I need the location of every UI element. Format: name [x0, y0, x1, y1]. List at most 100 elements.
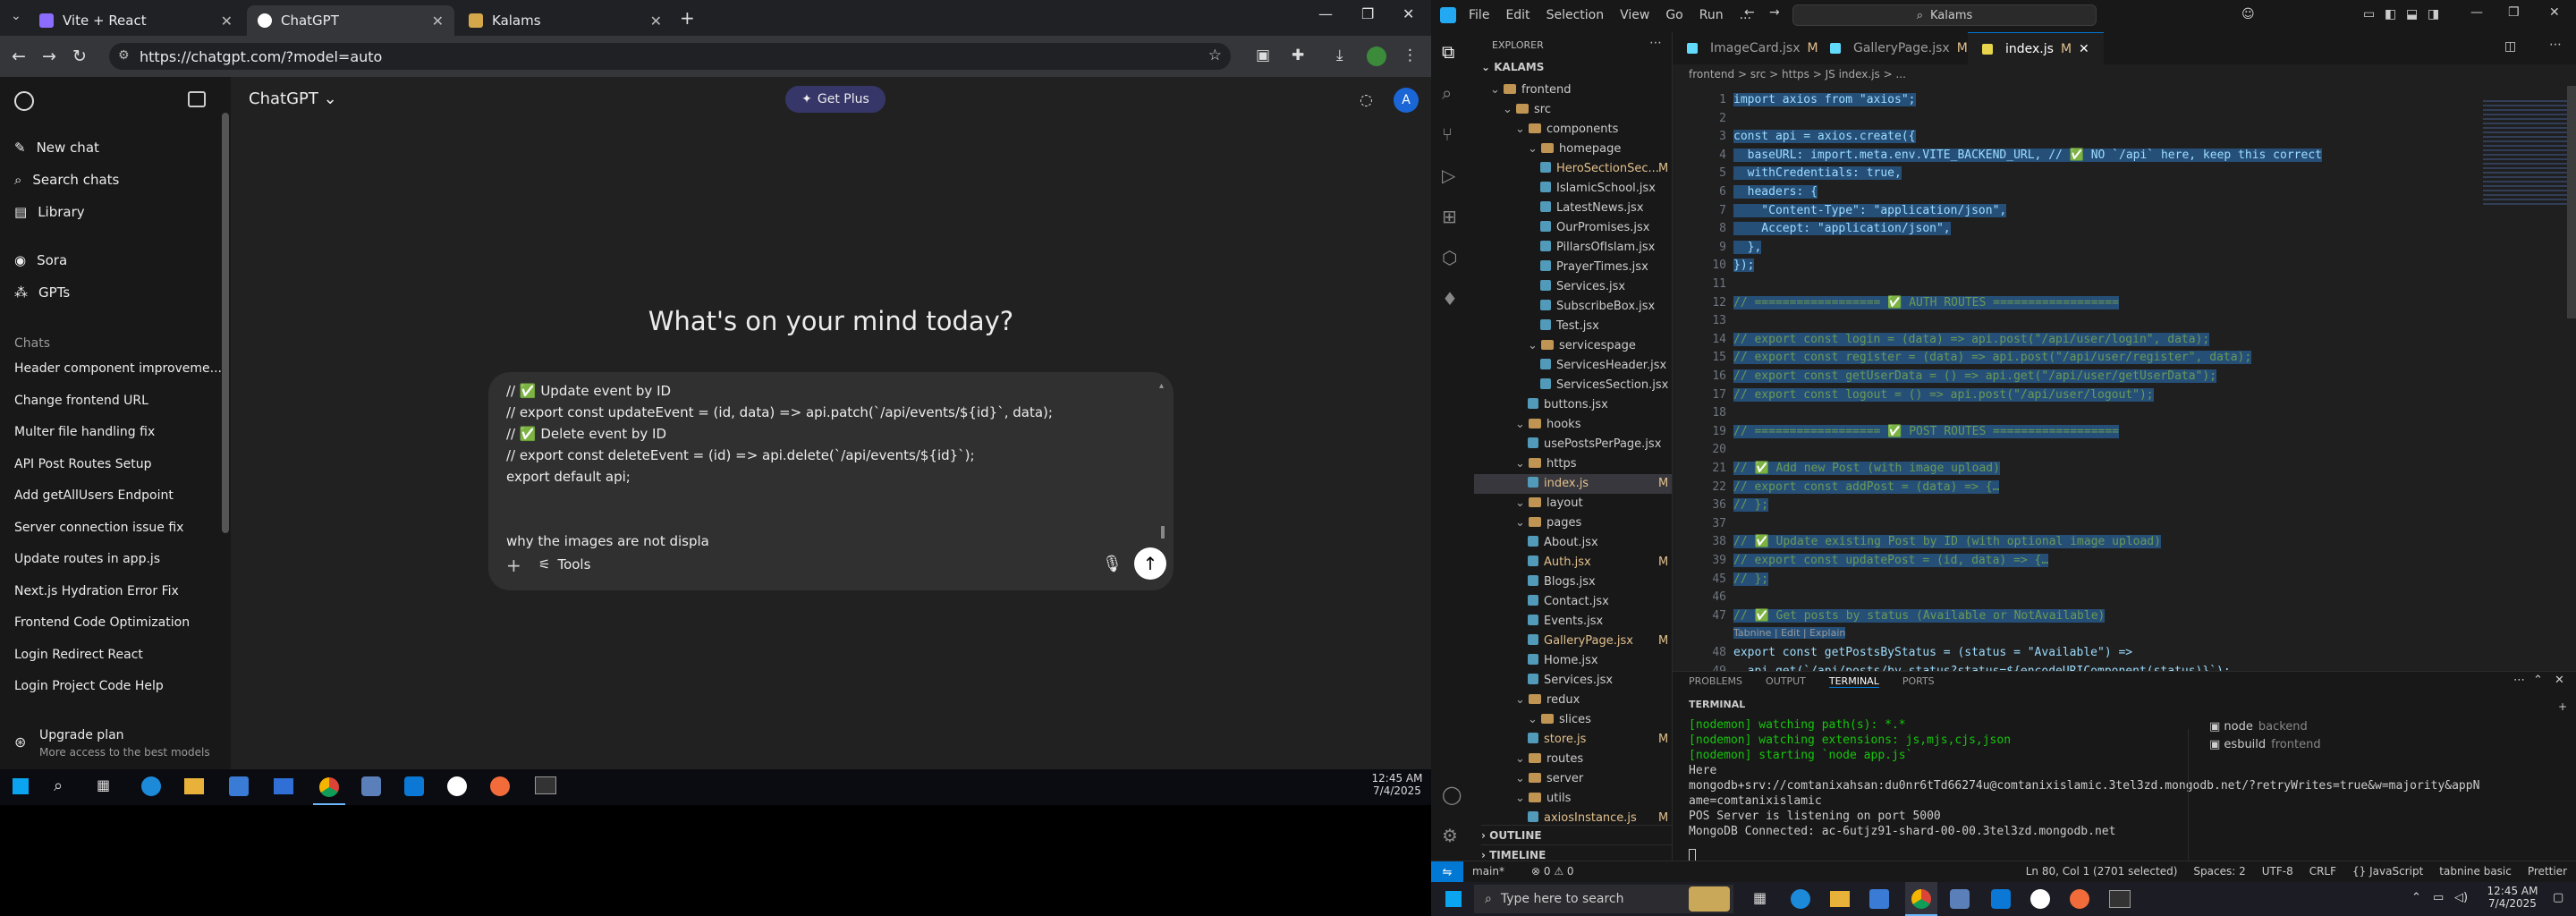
- split-editor-icon[interactable]: ◫: [2504, 39, 2516, 54]
- panel-tab-output[interactable]: OUTPUT: [1766, 675, 1806, 688]
- menu-item[interactable]: Go: [1665, 8, 1682, 22]
- tree-file[interactable]: About.jsx: [1528, 533, 1598, 553]
- tree-folder[interactable]: ⌄ frontend: [1490, 81, 1571, 100]
- site-info-icon[interactable]: ⚙: [118, 48, 130, 63]
- tree-file[interactable]: usePostsPerPage.jsx: [1528, 435, 1661, 454]
- postman-icon[interactable]: [490, 776, 510, 796]
- upgrade-icon[interactable]: ⊛: [14, 734, 26, 751]
- model-selector[interactable]: ChatGPT ⌄: [249, 89, 337, 108]
- account-icon[interactable]: ◯: [1442, 784, 1462, 805]
- openai-logo-icon[interactable]: [14, 91, 34, 111]
- chatgpt-app-icon[interactable]: [2030, 889, 2050, 909]
- close-tab-icon[interactable]: ✕: [650, 13, 662, 30]
- settings-gear-icon[interactable]: ⚙: [1442, 825, 1458, 846]
- clock[interactable]: 12:45 AM 7/4/2025: [2481, 885, 2544, 910]
- chat-history-item[interactable]: Frontend Code Optimization: [14, 615, 190, 630]
- tree-file[interactable]: HeroSectionSec...: [1540, 159, 1659, 179]
- command-center-search[interactable]: ⌕ Kalams: [1792, 4, 2097, 26]
- search-icon[interactable]: ⌕: [1442, 82, 1452, 104]
- taskbar-chrome-active[interactable]: [1905, 882, 1937, 916]
- tree-file[interactable]: store.js: [1528, 730, 1586, 750]
- tree-folder[interactable]: ⌄ slices: [1528, 710, 1591, 730]
- maximize-panel-icon[interactable]: ⌃: [2533, 674, 2543, 687]
- tree-folder[interactable]: ⌄ redux: [1515, 691, 1580, 710]
- search-icon[interactable]: ⌕: [54, 776, 63, 795]
- git-branch[interactable]: main*: [1472, 865, 1504, 878]
- tree-file[interactable]: PrayerTimes.jsx: [1540, 258, 1648, 277]
- volume-icon[interactable]: ◁): [2454, 891, 2468, 904]
- add-attachment-icon[interactable]: +: [506, 555, 521, 576]
- tree-file[interactable]: Events.jsx: [1528, 612, 1603, 632]
- tree-file[interactable]: Blogs.jsx: [1528, 572, 1596, 592]
- mail-icon[interactable]: [274, 778, 293, 794]
- windows-start-icon[interactable]: [1445, 891, 1462, 907]
- status-item[interactable]: tabnine basic: [2439, 865, 2512, 878]
- source-control-icon[interactable]: ⑂: [1442, 123, 1453, 145]
- more-actions-icon[interactable]: ⋯: [2513, 674, 2525, 687]
- editor-tab-imagecard[interactable]: ImageCard.jsx M: [1673, 32, 1833, 64]
- problems-count[interactable]: ⊗ 0 ⚠ 0: [1531, 865, 1574, 878]
- vscode-icon[interactable]: [404, 776, 424, 796]
- close-panel-icon[interactable]: ✕: [2555, 674, 2564, 687]
- close-sidebar-icon[interactable]: [188, 91, 206, 107]
- tray-chevron-icon[interactable]: ⌃: [2411, 891, 2421, 904]
- layout-icon[interactable]: ▭: [2363, 7, 2375, 21]
- status-item[interactable]: Spaces: 2: [2193, 865, 2245, 878]
- more-actions-icon[interactable]: ⋯: [2549, 38, 2562, 52]
- postman-icon[interactable]: [2070, 889, 2089, 909]
- maximize-button[interactable]: ❐: [2508, 5, 2520, 20]
- menu-item[interactable]: Run: [1699, 8, 1724, 22]
- tree-file[interactable]: ServicesSection.jsx: [1540, 376, 1668, 395]
- tree-file[interactable]: Auth.jsx: [1528, 553, 1591, 572]
- bookmark-star-icon[interactable]: ☆: [1208, 47, 1222, 64]
- store-icon[interactable]: [229, 776, 249, 796]
- edge-icon[interactable]: [1791, 889, 1810, 909]
- app-icon[interactable]: [1950, 889, 1970, 909]
- outline-section[interactable]: › OUTLINE: [1481, 825, 1673, 842]
- close-window-button[interactable]: ✕: [2549, 5, 2560, 20]
- tree-folder[interactable]: ⌄ homepage: [1528, 140, 1621, 159]
- tree-file[interactable]: index.js: [1474, 474, 1672, 494]
- tree-folder[interactable]: ⌄ hooks: [1515, 415, 1580, 435]
- task-view-icon[interactable]: ▦: [97, 776, 110, 793]
- menu-item[interactable]: View: [1620, 8, 1649, 22]
- taskbar-chrome-active[interactable]: [313, 769, 345, 805]
- address-bar[interactable]: ⚙ https://chatgpt.com/?model=auto ☆: [109, 43, 1231, 70]
- terminal-instance[interactable]: ▣ esbuild frontend: [2209, 738, 2321, 751]
- extension-icon[interactable]: ▣: [1256, 47, 1270, 64]
- tree-file[interactable]: PillarsOfIslam.jsx: [1540, 238, 1655, 258]
- panel-tab-terminal[interactable]: TERMINAL: [1828, 675, 1879, 688]
- editor-tab-gallerypage[interactable]: GalleryPage.jsx M: [1816, 32, 1982, 64]
- message-composer[interactable]: // ✅ Update event by ID // export const u…: [488, 372, 1174, 590]
- tree-file[interactable]: IslamicSchool.jsx: [1540, 179, 1656, 199]
- chat-history-item[interactable]: Login Project Code Help: [14, 679, 164, 693]
- chat-history-item[interactable]: Server connection issue fix: [14, 521, 183, 535]
- user-avatar[interactable]: A: [1394, 88, 1419, 113]
- windows-start-icon[interactable]: [13, 778, 29, 794]
- tree-file[interactable]: buttons.jsx: [1528, 395, 1608, 415]
- chat-history-item[interactable]: Add getAllUsers Endpoint: [14, 488, 174, 503]
- panel-tab-ports[interactable]: PORTS: [1902, 675, 1935, 688]
- editor-tab-index[interactable]: index.js M ✕: [1968, 32, 2104, 64]
- tree-folder[interactable]: ⌄ routes: [1515, 750, 1583, 769]
- chat-history-item[interactable]: Next.js Hydration Error Fix: [14, 584, 179, 598]
- maximize-button[interactable]: ❐: [1361, 5, 1374, 22]
- nav-forward-icon[interactable]: →: [1769, 5, 1780, 20]
- tree-folder[interactable]: ⌄ https: [1515, 454, 1577, 474]
- minimap[interactable]: [2483, 100, 2572, 208]
- mongodb-icon[interactable]: ♦: [1442, 288, 1458, 310]
- microphone-icon[interactable]: 🎙: [1102, 555, 1123, 573]
- close-tab-icon[interactable]: ✕: [221, 13, 233, 30]
- task-view-icon[interactable]: ▦: [1753, 889, 1767, 906]
- download-icon[interactable]: ⤓: [1336, 47, 1343, 64]
- tab-chatgpt[interactable]: ChatGPT ✕: [247, 5, 454, 36]
- breadcrumb[interactable]: frontend > src > https > JS index.js > .…: [1689, 68, 1906, 81]
- tree-file[interactable]: Services.jsx: [1528, 671, 1613, 691]
- extensions-icon[interactable]: ⊞: [1442, 206, 1457, 227]
- profile-avatar[interactable]: [1367, 47, 1386, 66]
- status-item[interactable]: CRLF: [2309, 865, 2336, 878]
- chat-history-item[interactable]: Header component improveme...: [14, 361, 222, 376]
- run-debug-icon[interactable]: ▷: [1442, 165, 1455, 186]
- tree-folder[interactable]: ⌄ src: [1503, 100, 1551, 120]
- reload-icon[interactable]: ↻: [64, 41, 95, 72]
